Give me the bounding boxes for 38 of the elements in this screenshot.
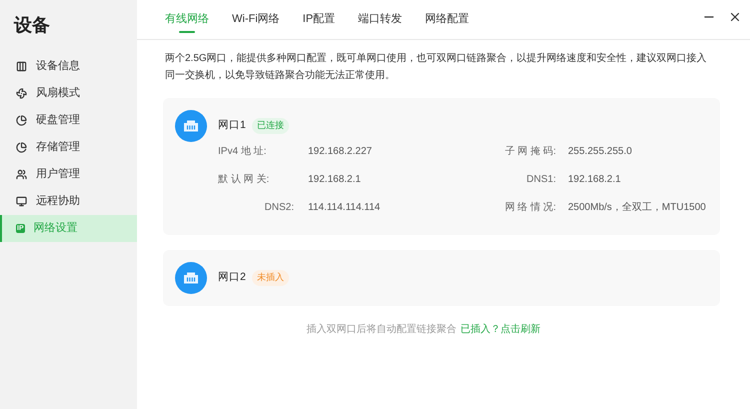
pie-chart-icon [16,115,27,126]
port-name: 网口2 [218,270,246,286]
tab[interactable]: Wi-Fi网络 [232,0,280,39]
ethernet-port-icon [175,110,207,142]
port-name: 网口1 [218,118,246,134]
users-icon [16,169,27,180]
tab[interactable]: IP配置 [302,0,336,39]
status-badge: 未插入 [252,270,289,286]
field-label: 默 认 网 关: [218,172,270,187]
field-value: 192.168.2.227 [308,145,373,159]
field-label: 网 络 情 况: [504,200,557,215]
monitor-icon [16,196,27,207]
sidebar-item[interactable]: 设备信息 [0,53,137,80]
pie-chart-icon [16,142,27,153]
field-value: 192.168.2.1 [308,173,362,187]
sidebar-item[interactable]: 用户管理 [0,161,137,188]
sidebar-item[interactable]: 硬盘管理 [0,107,137,134]
field-label: IPv4 地 址: [218,144,268,159]
field-value: 114.114.114.114 [308,201,382,215]
tab-indicator [179,31,195,33]
sidebar-item[interactable]: 存储管理 [0,134,137,161]
field-value: 255.255.255.0 [568,145,633,159]
description-text: 两个2.5G网口，能提供多种网口配置，既可单网口使用，也可双网口链路聚合，以提升网络速度和安全性，建议双网口接入同一交换机，以免导致链路聚合功能无法正常使用。 [165,52,708,83]
close-icon[interactable] [728,10,742,24]
field-label: DNS2: [264,201,295,215]
sidebar-item[interactable]: 远程协助 [0,188,137,215]
field-value: 2500Mb/s，全双工，MTU1500 [568,201,707,215]
field-label: 子 网 掩 码: [504,145,557,159]
status-badge: 已连接 [252,118,289,134]
field-label: DNS1: [526,173,557,187]
ethernet-port-icon [175,262,207,294]
fan-icon [16,88,27,99]
field-value: 192.168.2.1 [568,173,622,187]
tab[interactable]: 端口转发 [358,0,402,39]
footer-hint: 插入双网口后将自动配置链接聚合 [306,322,456,337]
sidebar-item[interactable]: 风扇模式 [0,80,137,107]
sidebar-title: 设备 [12,14,51,37]
tab[interactable]: 网络配置 [425,0,470,39]
